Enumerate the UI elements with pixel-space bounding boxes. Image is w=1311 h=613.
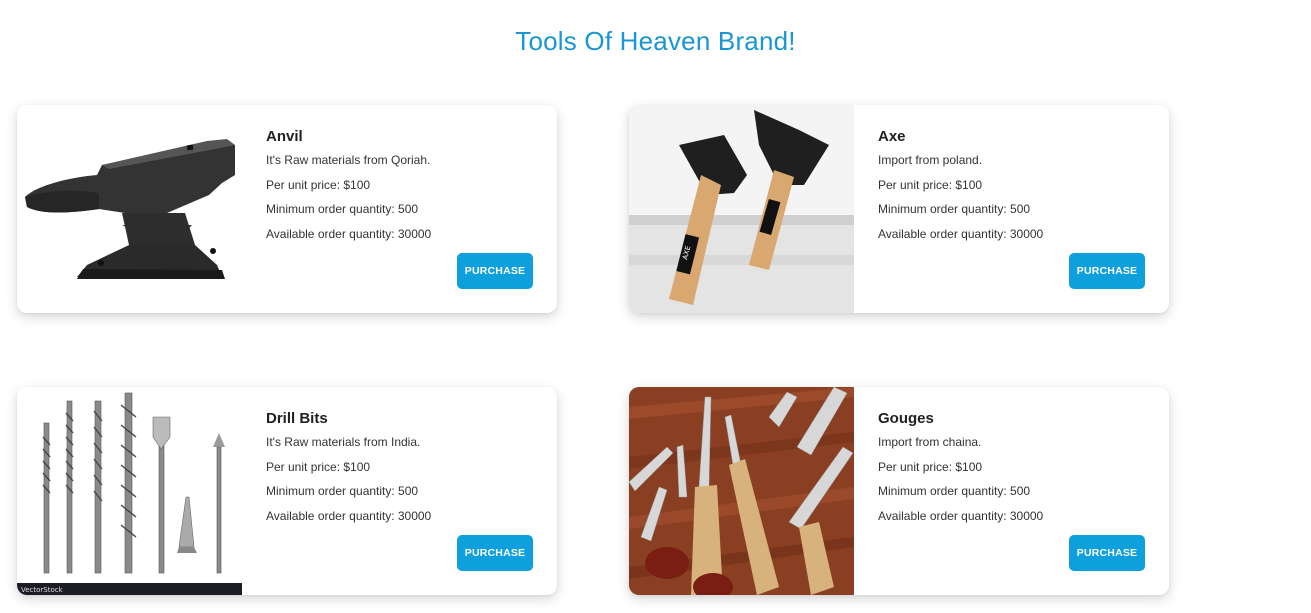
product-min-order: Minimum order quantity: 500: [266, 484, 419, 499]
product-card-drill-bits: VectorStock Drill Bits It's Raw material…: [17, 387, 557, 595]
product-description: Import from poland.: [878, 153, 983, 167]
product-available: Available order quantity: 30000: [878, 227, 1044, 242]
product-description: It's Raw materials from India.: [266, 435, 421, 449]
product-available: Available order quantity: 30000: [878, 509, 1044, 524]
product-name: Axe: [878, 128, 906, 145]
product-name: Gouges: [878, 410, 934, 427]
gouges-image: [629, 387, 854, 595]
purchase-button[interactable]: PURCHASE: [1069, 253, 1145, 289]
purchase-button[interactable]: PURCHASE: [457, 535, 533, 571]
axe-image: AXE: [629, 105, 854, 313]
product-description: It's Raw materials from Qoriah.: [266, 153, 431, 167]
watermark-text: VectorStock: [21, 586, 64, 594]
product-card-anvil: Anvil It's Raw materials from Qoriah. Pe…: [17, 105, 557, 313]
product-description: Import from chaina.: [878, 435, 982, 449]
product-name: Drill Bits: [266, 410, 328, 427]
product-card-axe: AXE Axe Import from poland. Per unit pri…: [629, 105, 1169, 313]
page-title: Tools Of Heaven Brand!: [515, 26, 796, 56]
anvil-image: [17, 105, 242, 313]
product-card-gouges: Gouges Import from chaina. Per unit pric…: [629, 387, 1169, 595]
product-price: Per unit price: $100: [878, 459, 983, 474]
drill-bits-image: VectorStock: [17, 387, 242, 595]
product-name: Anvil: [266, 128, 303, 145]
product-min-order: Minimum order quantity: 500: [878, 202, 1031, 217]
product-available: Available order quantity: 30000: [266, 227, 432, 242]
product-price: Per unit price: $100: [266, 459, 371, 474]
product-min-order: Minimum order quantity: 500: [266, 202, 419, 217]
product-min-order: Minimum order quantity: 500: [878, 484, 1031, 499]
product-price: Per unit price: $100: [878, 177, 983, 192]
purchase-button[interactable]: PURCHASE: [1069, 535, 1145, 571]
product-available: Available order quantity: 30000: [266, 509, 432, 524]
purchase-button[interactable]: PURCHASE: [457, 253, 533, 289]
product-price: Per unit price: $100: [266, 177, 371, 192]
